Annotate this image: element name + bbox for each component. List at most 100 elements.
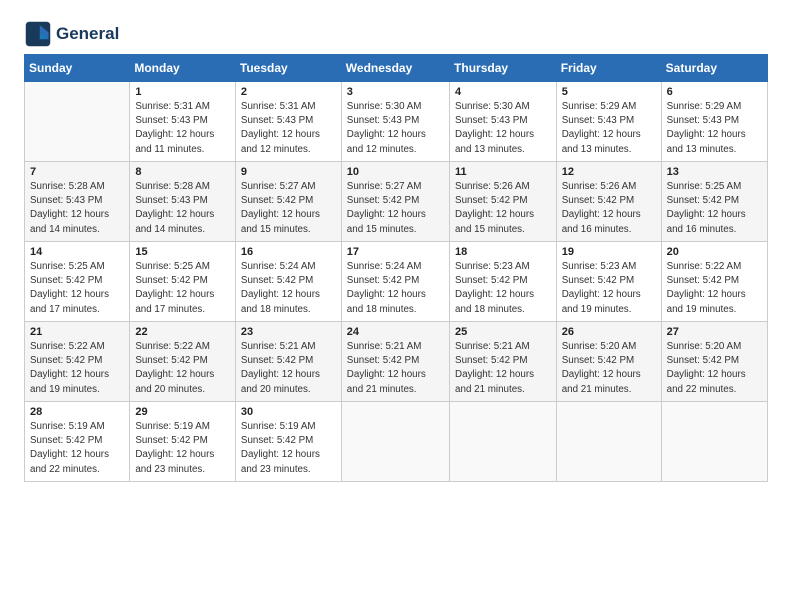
calendar-cell: 13 Sunrise: 5:25 AM Sunset: 5:42 PM Dayli… [661, 162, 767, 242]
calendar-cell: 15Sunrise: 5:25 AM Sunset: 5:42 PM Dayli… [130, 242, 236, 322]
day-info: Sunrise: 5:20 AM Sunset: 5:42 PM Dayligh… [562, 340, 656, 397]
day-number: 3 [347, 86, 444, 98]
day-info: Sunrise: 5:20 AM Sunset: 5:42 PM Dayligh… [667, 340, 762, 397]
day-info: Sunrise: 5:26 AM Sunset: 5:42 PM Dayligh… [455, 180, 551, 237]
day-info: Sunrise: 5:25 AM Sunset: 5:42 PM Dayligh… [135, 260, 230, 317]
day-number: 22 [135, 326, 230, 338]
day-number: 4 [455, 86, 551, 98]
calendar-cell [556, 402, 661, 482]
day-info: Sunrise: 5:19 AM Sunset: 5:42 PM Dayligh… [241, 420, 336, 477]
day-number: 9 [241, 166, 336, 178]
day-info: Sunrise: 5:22 AM Sunset: 5:42 PM Dayligh… [30, 340, 124, 397]
logo-text: General [56, 24, 119, 44]
calendar-cell: 30Sunrise: 5:19 AM Sunset: 5:42 PM Dayli… [235, 402, 341, 482]
calendar-cell: 4 Sunrise: 5:30 AM Sunset: 5:43 PM Daylig… [450, 82, 557, 162]
calendar-week-row: 1 Sunrise: 5:31 AM Sunset: 5:43 PM Daylig… [25, 82, 768, 162]
day-info: Sunrise: 5:31 AM Sunset: 5:43 PM Dayligh… [135, 100, 230, 157]
day-number: 17 [347, 246, 444, 258]
logo: General [24, 20, 119, 48]
calendar-cell: 20 Sunrise: 5:22 AM Sunset: 5:42 PM Dayli… [661, 242, 767, 322]
day-number: 19 [562, 246, 656, 258]
weekday-header: Monday [130, 55, 236, 82]
day-info: Sunrise: 5:27 AM Sunset: 5:42 PM Dayligh… [241, 180, 336, 237]
calendar-week-row: 21 Sunrise: 5:22 AM Sunset: 5:42 PM Dayli… [25, 322, 768, 402]
day-info: Sunrise: 5:23 AM Sunset: 5:42 PM Dayligh… [562, 260, 656, 317]
day-number: 13 [667, 166, 762, 178]
calendar-week-row: 14 Sunrise: 5:25 AM Sunset: 5:42 PM Dayli… [25, 242, 768, 322]
day-number: 29 [135, 406, 230, 418]
day-info: Sunrise: 5:21 AM Sunset: 5:42 PM Dayligh… [347, 340, 444, 397]
day-info: Sunrise: 5:29 AM Sunset: 5:43 PM Dayligh… [667, 100, 762, 157]
calendar-week-row: 28Sunrise: 5:19 AM Sunset: 5:42 PM Dayli… [25, 402, 768, 482]
calendar-cell: 6 Sunrise: 5:29 AM Sunset: 5:43 PM Daylig… [661, 82, 767, 162]
day-info: Sunrise: 5:29 AM Sunset: 5:43 PM Dayligh… [562, 100, 656, 157]
day-number: 11 [455, 166, 551, 178]
weekday-header: Tuesday [235, 55, 341, 82]
day-info: Sunrise: 5:24 AM Sunset: 5:42 PM Dayligh… [347, 260, 444, 317]
day-info: Sunrise: 5:30 AM Sunset: 5:43 PM Dayligh… [347, 100, 444, 157]
calendar-cell: 3 Sunrise: 5:30 AM Sunset: 5:43 PM Daylig… [341, 82, 449, 162]
day-info: Sunrise: 5:23 AM Sunset: 5:42 PM Dayligh… [455, 260, 551, 317]
calendar-week-row: 7 Sunrise: 5:28 AM Sunset: 5:43 PM Daylig… [25, 162, 768, 242]
weekday-header: Wednesday [341, 55, 449, 82]
day-info: Sunrise: 5:26 AM Sunset: 5:42 PM Dayligh… [562, 180, 656, 237]
day-info: Sunrise: 5:22 AM Sunset: 5:42 PM Dayligh… [135, 340, 230, 397]
calendar-cell: 16Sunrise: 5:24 AM Sunset: 5:42 PM Dayli… [235, 242, 341, 322]
day-number: 5 [562, 86, 656, 98]
day-info: Sunrise: 5:30 AM Sunset: 5:43 PM Dayligh… [455, 100, 551, 157]
logo-icon [24, 20, 52, 48]
weekday-header: Saturday [661, 55, 767, 82]
day-number: 6 [667, 86, 762, 98]
calendar-cell [25, 82, 130, 162]
calendar-cell: 29 Sunrise: 5:19 AM Sunset: 5:42 PM Dayli… [130, 402, 236, 482]
day-number: 23 [241, 326, 336, 338]
calendar-cell: 7 Sunrise: 5:28 AM Sunset: 5:43 PM Daylig… [25, 162, 130, 242]
day-number: 12 [562, 166, 656, 178]
calendar-cell: 27Sunrise: 5:20 AM Sunset: 5:42 PM Dayli… [661, 322, 767, 402]
calendar-cell: 11 Sunrise: 5:26 AM Sunset: 5:42 PM Dayli… [450, 162, 557, 242]
calendar-cell: 19 Sunrise: 5:23 AM Sunset: 5:42 PM Dayli… [556, 242, 661, 322]
day-info: Sunrise: 5:19 AM Sunset: 5:42 PM Dayligh… [135, 420, 230, 477]
calendar-cell: 9 Sunrise: 5:27 AM Sunset: 5:42 PM Daylig… [235, 162, 341, 242]
day-number: 25 [455, 326, 551, 338]
day-info: Sunrise: 5:27 AM Sunset: 5:42 PM Dayligh… [347, 180, 444, 237]
calendar-cell: 24 Sunrise: 5:21 AM Sunset: 5:42 PM Dayli… [341, 322, 449, 402]
day-number: 10 [347, 166, 444, 178]
page-header: General [24, 20, 768, 48]
day-info: Sunrise: 5:22 AM Sunset: 5:42 PM Dayligh… [667, 260, 762, 317]
calendar-cell: 18 Sunrise: 5:23 AM Sunset: 5:42 PM Dayli… [450, 242, 557, 322]
calendar-cell: 21 Sunrise: 5:22 AM Sunset: 5:42 PM Dayli… [25, 322, 130, 402]
calendar-cell: 5 Sunrise: 5:29 AM Sunset: 5:43 PM Daylig… [556, 82, 661, 162]
day-number: 2 [241, 86, 336, 98]
weekday-header: Thursday [450, 55, 557, 82]
day-info: Sunrise: 5:28 AM Sunset: 5:43 PM Dayligh… [135, 180, 230, 237]
weekday-header: Friday [556, 55, 661, 82]
calendar-cell: 22 Sunrise: 5:22 AM Sunset: 5:42 PM Dayli… [130, 322, 236, 402]
day-info: Sunrise: 5:28 AM Sunset: 5:43 PM Dayligh… [30, 180, 124, 237]
weekday-header: Sunday [25, 55, 130, 82]
day-info: Sunrise: 5:19 AM Sunset: 5:42 PM Dayligh… [30, 420, 124, 477]
day-info: Sunrise: 5:25 AM Sunset: 5:42 PM Dayligh… [30, 260, 124, 317]
day-number: 26 [562, 326, 656, 338]
calendar-table: SundayMondayTuesdayWednesdayThursdayFrid… [24, 54, 768, 482]
calendar-cell: 25 Sunrise: 5:21 AM Sunset: 5:42 PM Dayli… [450, 322, 557, 402]
day-number: 18 [455, 246, 551, 258]
day-number: 1 [135, 86, 230, 98]
calendar-cell: 14 Sunrise: 5:25 AM Sunset: 5:42 PM Dayli… [25, 242, 130, 322]
day-number: 21 [30, 326, 124, 338]
day-number: 14 [30, 246, 124, 258]
day-info: Sunrise: 5:21 AM Sunset: 5:42 PM Dayligh… [241, 340, 336, 397]
day-info: Sunrise: 5:24 AM Sunset: 5:42 PM Dayligh… [241, 260, 336, 317]
day-info: Sunrise: 5:25 AM Sunset: 5:42 PM Dayligh… [667, 180, 762, 237]
calendar-cell [661, 402, 767, 482]
calendar-cell [341, 402, 449, 482]
day-number: 8 [135, 166, 230, 178]
calendar-header-row: SundayMondayTuesdayWednesdayThursdayFrid… [25, 55, 768, 82]
calendar-cell: 17 Sunrise: 5:24 AM Sunset: 5:42 PM Dayli… [341, 242, 449, 322]
day-number: 7 [30, 166, 124, 178]
calendar-cell: 26 Sunrise: 5:20 AM Sunset: 5:42 PM Dayli… [556, 322, 661, 402]
day-info: Sunrise: 5:31 AM Sunset: 5:43 PM Dayligh… [241, 100, 336, 157]
day-number: 24 [347, 326, 444, 338]
day-number: 20 [667, 246, 762, 258]
day-info: Sunrise: 5:21 AM Sunset: 5:42 PM Dayligh… [455, 340, 551, 397]
